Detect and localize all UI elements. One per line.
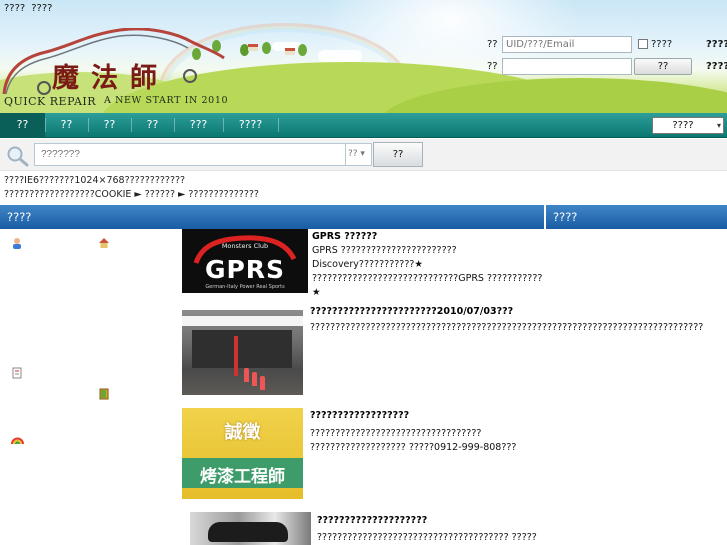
home-icon[interactable] bbox=[98, 237, 110, 249]
user-icon[interactable] bbox=[11, 237, 23, 249]
article-summary: ?????????????????????????????????????? ?… bbox=[317, 532, 537, 543]
thumb-title-1: 誠徵 bbox=[224, 422, 261, 443]
search-icon bbox=[7, 146, 29, 167]
browser-notice: ????IE6???????1024×768???????????? ?????… bbox=[4, 174, 724, 202]
search-input[interactable] bbox=[34, 143, 346, 166]
nav-style-select[interactable]: ???? ▾ bbox=[652, 117, 724, 134]
arrow-right-icon: ► bbox=[178, 189, 189, 200]
article-item[interactable]: ???????????????????????2010/07/03??? ???… bbox=[182, 303, 704, 398]
book-icon[interactable] bbox=[98, 388, 110, 400]
side-link-1[interactable]: ???? bbox=[706, 39, 727, 50]
chevron-down-icon: ▾ bbox=[716, 121, 721, 130]
article-item[interactable]: 誠徵 烤漆工程師 ?????????????????? ????????????… bbox=[182, 406, 544, 502]
rainbow-icon[interactable] bbox=[11, 433, 24, 445]
article-thumbnail[interactable] bbox=[182, 310, 303, 395]
nav-item-4[interactable]: ?? bbox=[131, 113, 174, 137]
notice-link-1[interactable]: ?????? bbox=[145, 189, 175, 200]
notepad-icon[interactable] bbox=[11, 367, 23, 379]
arrow-right-icon: ► bbox=[134, 189, 145, 200]
nav-item-3[interactable]: ?? bbox=[88, 113, 131, 137]
password-label: ?? bbox=[487, 60, 498, 72]
article-thumbnail[interactable]: Monsters Club GPRS German-Italy Power Re… bbox=[182, 229, 308, 293]
top-link-1[interactable]: ???? bbox=[4, 3, 25, 14]
username-label: ?? bbox=[487, 38, 498, 50]
password-input[interactable] bbox=[502, 57, 632, 75]
username-input[interactable] bbox=[502, 35, 632, 53]
thumb-title-2: 烤漆工程師 bbox=[200, 467, 285, 487]
remember-label: ???? bbox=[651, 38, 673, 50]
article-summary: ?????????????????????????????????? ?????… bbox=[310, 428, 517, 453]
left-column-header: ???? bbox=[0, 205, 544, 229]
nav-select-value: ???? bbox=[672, 120, 694, 131]
article-item[interactable]: ???????????????????? ???????????????????… bbox=[182, 510, 544, 545]
header-banner: ???? ???? 魔法師 QUICK REPAIR A NEW START I… bbox=[0, 0, 727, 113]
notice-line-2: ??????????????????COOKIE ► ?????? ► ????… bbox=[4, 189, 259, 200]
nav-item-5[interactable]: ??? bbox=[174, 113, 223, 137]
top-link-2[interactable]: ???? bbox=[31, 3, 52, 14]
nav-item-2[interactable]: ?? bbox=[45, 113, 88, 137]
login-form: ?? ???? ?? ?? bbox=[487, 35, 727, 75]
article-item[interactable]: Monsters Club GPRS German-Italy Power Re… bbox=[182, 229, 544, 301]
side-link-2[interactable]: ???? bbox=[706, 61, 727, 72]
main-nav: ?? ?? ?? ?? ??? ???? ???? ▾ bbox=[0, 113, 727, 138]
thumb-caption: German-Italy Power Real Sports bbox=[205, 284, 285, 290]
search-bar: ?? ▾ ?? bbox=[0, 139, 727, 171]
search-button[interactable]: ?? bbox=[373, 142, 423, 167]
article-summary: ????????????????????????????????????????… bbox=[310, 322, 704, 333]
remember-checkbox[interactable] bbox=[638, 39, 648, 49]
login-button[interactable]: ?? bbox=[634, 57, 692, 75]
logo-quick-repair: QUICK REPAIR bbox=[4, 95, 97, 108]
article-thumbnail[interactable] bbox=[190, 512, 311, 545]
article-title[interactable]: ?????????????????? bbox=[310, 410, 409, 421]
right-column-header: ???? bbox=[546, 205, 727, 229]
top-links: ???? ???? bbox=[4, 3, 52, 14]
thumb-club-text: Monsters Club bbox=[221, 242, 269, 250]
article-title[interactable]: GPRS ?????? bbox=[312, 231, 377, 242]
article-summary: GPRS ???????????????????????Discovery???… bbox=[312, 245, 543, 298]
logo-tagline: A NEW START IN 2010 bbox=[104, 95, 229, 106]
nav-item-1[interactable]: ?? bbox=[0, 113, 45, 137]
thumb-gprs-text: GPRS bbox=[204, 255, 286, 284]
notice-line-1: ????IE6???????1024×768???????????? bbox=[4, 175, 186, 186]
article-thumbnail[interactable]: 誠徵 烤漆工程師 bbox=[182, 408, 303, 499]
search-type-select[interactable]: ?? ▾ bbox=[346, 143, 372, 166]
nav-item-6[interactable]: ???? bbox=[223, 113, 278, 137]
article-title[interactable]: ???????????????????????2010/07/03??? bbox=[310, 306, 513, 317]
logo-chinese-text: 魔法師 bbox=[52, 63, 169, 94]
notice-link-2[interactable]: ?????????????? bbox=[188, 189, 259, 200]
article-title[interactable]: ???????????????????? bbox=[317, 515, 427, 526]
